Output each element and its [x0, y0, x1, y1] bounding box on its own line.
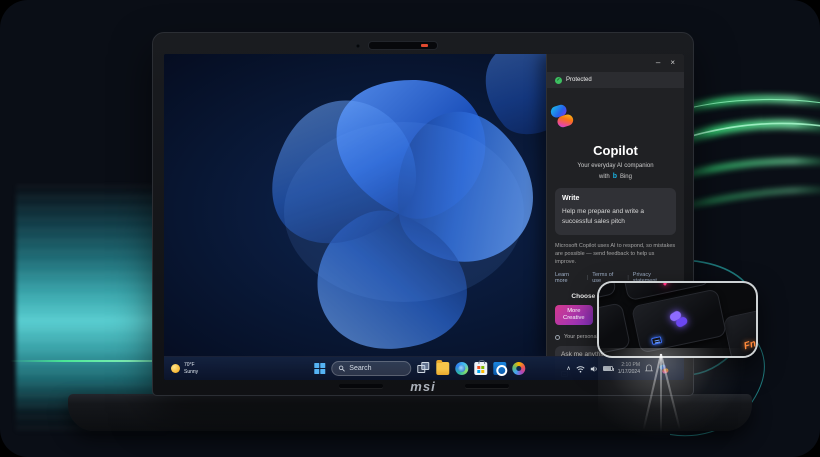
with-bing-row: with b Bing	[547, 173, 684, 180]
battery-icon[interactable]	[603, 366, 613, 371]
copilot-key-inset: Fn	[597, 281, 758, 358]
copilot-key	[631, 288, 727, 353]
marketing-canvas: 70°F Sunny Search	[0, 0, 820, 457]
wifi-icon[interactable]	[576, 365, 585, 373]
volume-icon[interactable]	[590, 365, 598, 373]
sun-icon	[171, 364, 180, 373]
shield-check-icon: ✓	[555, 77, 562, 84]
minimize-icon[interactable]: –	[656, 59, 660, 67]
laptop-base	[68, 394, 752, 431]
copilot-title: Copilot	[547, 143, 684, 158]
suggestion-body: Help me prepare and write a successful s…	[562, 207, 669, 227]
task-view-button[interactable]	[417, 362, 430, 375]
close-icon[interactable]: ×	[670, 59, 675, 67]
bing-label: Bing	[620, 174, 632, 180]
file-explorer-icon[interactable]	[436, 362, 449, 375]
tray-time: 2:10 PM	[618, 362, 640, 369]
with-label: with	[599, 174, 610, 180]
style-tab-creative[interactable]: More Creative	[555, 305, 593, 325]
fn-key: Fn	[723, 301, 758, 358]
notification-bell-icon[interactable]	[645, 364, 653, 373]
weather-widget[interactable]: 70°F Sunny	[164, 362, 198, 375]
windows-taskbar: 70°F Sunny Search	[164, 356, 684, 380]
protected-badge: ✓ Protected	[547, 72, 684, 88]
outlook-icon[interactable]	[493, 362, 506, 375]
taskbar-search[interactable]: Search	[331, 361, 411, 376]
weather-condition: Sunny	[184, 369, 198, 375]
copilot-logo	[547, 101, 577, 131]
search-placeholder: Search	[349, 365, 371, 372]
microsoft-store-icon[interactable]	[474, 362, 487, 375]
hidden-icons-chevron[interactable]: ∧	[566, 365, 570, 372]
copilot-taskbar-icon[interactable]	[658, 363, 670, 375]
edge-browser-icon[interactable]	[455, 362, 468, 375]
photos-icon[interactable]	[512, 362, 525, 375]
webcam-module	[368, 41, 438, 50]
search-icon	[338, 365, 345, 372]
fn-key-label: Fn	[743, 338, 758, 352]
protected-label: Protected	[566, 77, 592, 83]
webcam-privacy-led	[421, 44, 428, 47]
ambient-sensor	[356, 44, 360, 48]
info-circle-icon	[555, 335, 560, 340]
suggestion-heading: Write	[562, 195, 669, 202]
copilot-key-icon	[666, 306, 692, 332]
learn-more-link[interactable]: Learn more	[555, 272, 583, 284]
key-led-icon	[651, 336, 662, 345]
tray-date: 1/17/2024	[618, 369, 640, 376]
copilot-subtitle: Your everyday AI companion	[547, 163, 684, 169]
keyboard-key	[597, 302, 631, 358]
bing-icon: b	[613, 173, 617, 180]
suggestion-card[interactable]: Write Help me prepare and write a succes…	[555, 188, 676, 235]
msi-logo: msi	[153, 379, 693, 393]
pink-backlight-glyph	[663, 281, 671, 286]
taskbar-clock[interactable]: 2:10 PM 1/17/2024	[618, 362, 640, 375]
system-tray: ∧ 2:10 PM 1/17/2024	[566, 357, 670, 380]
start-button[interactable]	[314, 363, 325, 374]
ai-disclaimer: Microsoft Copilot uses AI to respond, so…	[555, 242, 676, 267]
panel-titlebar: – ×	[547, 54, 684, 72]
